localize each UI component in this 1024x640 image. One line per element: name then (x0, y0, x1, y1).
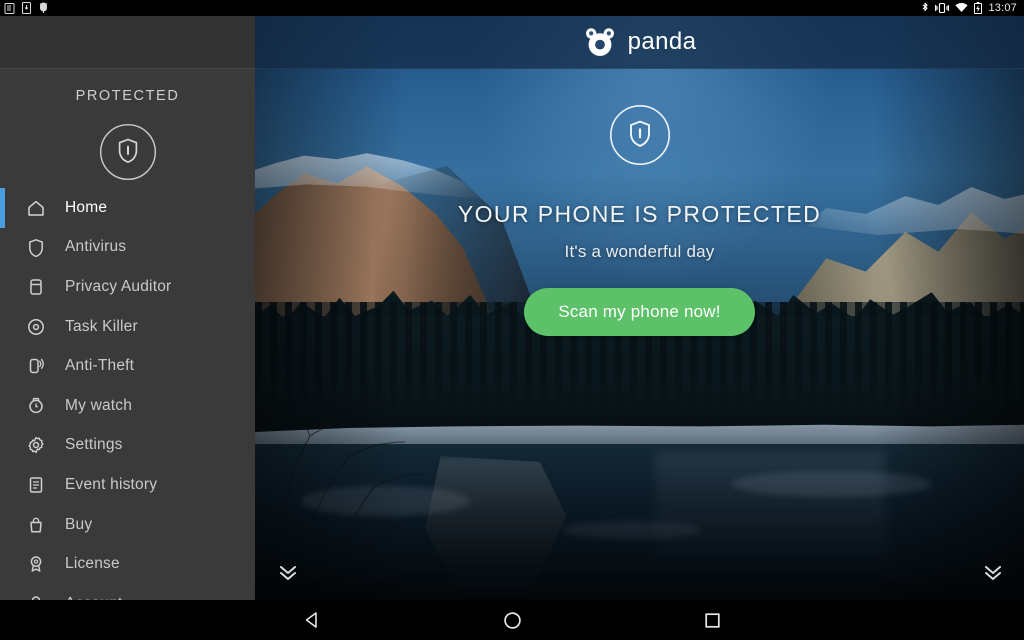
usb-debug-icon (39, 2, 48, 13)
status-bar: 13:07 (0, 0, 1024, 16)
sidebar-item-label: My watch (65, 396, 133, 414)
active-indicator (0, 346, 5, 386)
active-indicator (0, 188, 5, 228)
status-bar-left-icons (4, 0, 49, 16)
sidebar-item-label: Anti-Theft (65, 357, 135, 375)
bag-icon (23, 512, 49, 538)
home-icon (23, 195, 49, 221)
hero-section: YOUR PHONE IS PROTECTED It's a wonderful… (255, 68, 1024, 368)
shield-circle-icon (609, 104, 670, 166)
active-indicator (0, 584, 5, 600)
scroll-hint-left[interactable] (277, 561, 299, 588)
award-icon (23, 551, 49, 577)
brand-name: panda (627, 28, 697, 55)
nav-back-button[interactable] (212, 600, 412, 640)
bluetooth-icon (923, 2, 929, 12)
shield-circle-icon (99, 123, 156, 181)
database-icon (23, 274, 49, 300)
android-navigation-bar (0, 600, 1024, 640)
hero-shield-badge (609, 104, 671, 171)
hero-title: YOUR PHONE IS PROTECTED (457, 201, 822, 227)
shield-icon (23, 234, 49, 260)
person-icon (23, 591, 49, 600)
sidebar-item-label: Task Killer (65, 317, 138, 335)
sidebar-item-label: Buy (65, 515, 93, 533)
drawer-shield-badge (0, 123, 255, 181)
sidebar-item-privacy-auditor[interactable]: Privacy Auditor (0, 267, 255, 307)
active-indicator (0, 307, 5, 347)
recents-square-icon (704, 612, 720, 628)
back-triangle-icon (305, 612, 317, 628)
sidebar-item-label: Home (65, 198, 108, 216)
hero-subtitle: It's a wonderful day (564, 242, 715, 261)
active-indicator (0, 426, 5, 466)
sidebar-item-label: Settings (65, 436, 123, 454)
home-circle-icon (503, 611, 521, 629)
vibrate-icon (935, 2, 950, 14)
app-bar: panda (255, 16, 1024, 69)
target-icon (23, 314, 49, 340)
sidebar-item-label: Event history (65, 475, 158, 493)
sidebar-item-buy[interactable]: Buy (0, 505, 255, 545)
active-indicator (0, 544, 5, 584)
active-indicator (0, 228, 5, 268)
sidebar-item-task-killer[interactable]: Task Killer (0, 307, 255, 347)
sidebar-item-license[interactable]: License (0, 544, 255, 584)
scroll-hint-right[interactable] (982, 561, 1004, 588)
sidebar-item-label: Antivirus (65, 238, 127, 256)
nav-recents-button[interactable] (612, 600, 812, 640)
panda-logo-icon (585, 28, 614, 56)
active-indicator (0, 267, 5, 307)
wifi-icon (955, 3, 969, 13)
scan-my-phone-button[interactable]: Scan my phone now! (524, 288, 755, 336)
gear-icon (23, 432, 49, 458)
sidebar-item-event-history[interactable]: Event history (0, 465, 255, 505)
phone-signal-icon (23, 353, 49, 379)
active-indicator (0, 465, 5, 505)
sidebar-item-label: License (65, 555, 120, 573)
status-bar-right-icons: 13:07 (921, 0, 1017, 16)
sidebar-item-antivirus[interactable]: Antivirus (0, 228, 255, 268)
sidebar-item-label: Privacy Auditor (65, 277, 172, 295)
photo-vignette-bottom (255, 380, 1024, 600)
android-screen: 13:07 PROTECTED Home Antivirus Privacy A… (0, 0, 1024, 640)
sidebar-item-anti-theft[interactable]: Anti-Theft (0, 346, 255, 386)
nav-home-button[interactable] (412, 600, 612, 640)
sidebar-item-home[interactable]: Home (0, 188, 255, 228)
active-indicator (0, 386, 5, 426)
main-content: panda YOUR PHONE IS PROTECTED It's a won… (255, 16, 1024, 600)
chevron-double-down-icon (280, 566, 296, 580)
sidebar-item-account[interactable]: Account (0, 584, 255, 600)
list-icon (23, 472, 49, 498)
brand-logo: panda (583, 27, 697, 57)
sidebar-item-my-watch[interactable]: My watch (0, 386, 255, 426)
protection-status-label: PROTECTED (75, 88, 180, 104)
battery-charging-icon (974, 2, 983, 14)
navigation-drawer: PROTECTED Home Antivirus Privacy Auditor… (0, 16, 255, 600)
sidebar-item-settings[interactable]: Settings (0, 426, 255, 466)
status-bar-clock: 13:07 (988, 2, 1017, 14)
active-indicator (0, 505, 5, 545)
chevron-double-down-icon (985, 566, 1001, 580)
drawer-header (0, 16, 255, 69)
drawer-item-list: Home Antivirus Privacy Auditor Task Kill… (0, 188, 255, 600)
sd-card-icon (22, 2, 31, 14)
sim-toolkit-icon (4, 2, 15, 14)
watch-icon (23, 393, 49, 419)
